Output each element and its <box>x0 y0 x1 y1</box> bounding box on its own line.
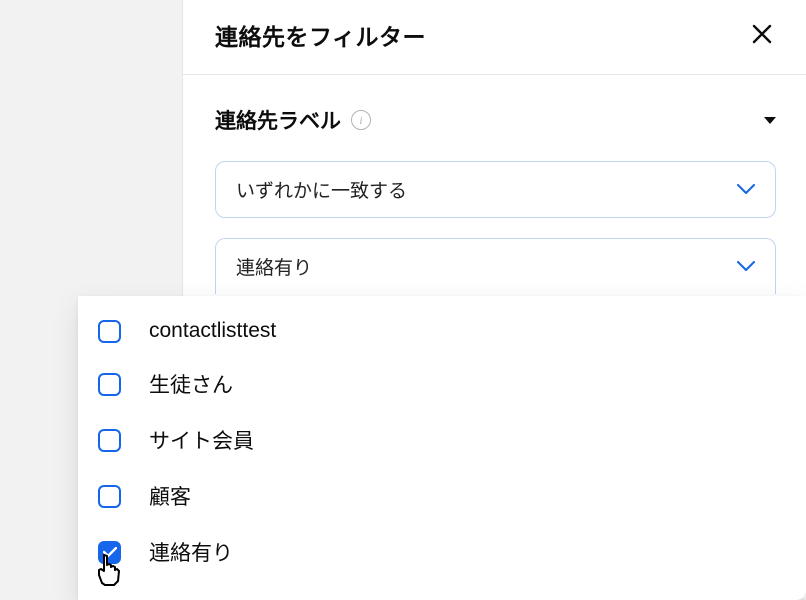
label-option[interactable]: 顧客 <box>78 468 806 524</box>
checkbox-unchecked[interactable] <box>98 429 121 452</box>
label-option[interactable]: 連絡有り <box>78 524 806 580</box>
panel-title: 連絡先をフィルター <box>215 18 426 52</box>
label-option[interactable]: サイト会員 <box>78 412 806 468</box>
section-title-left: 連絡先ラベル i <box>215 105 371 135</box>
option-label: 生徒さん <box>149 369 233 399</box>
section-title: 連絡先ラベル <box>215 105 341 135</box>
checkbox-unchecked[interactable] <box>98 373 121 396</box>
option-label: サイト会員 <box>149 425 254 455</box>
pointer-cursor-icon <box>94 553 124 589</box>
option-label: contactlisttest <box>149 319 276 343</box>
match-mode-value: いずれかに一致する <box>236 176 407 203</box>
label-select-value: 連絡有り <box>236 253 312 280</box>
option-label: 顧客 <box>149 481 191 511</box>
chevron-down-icon <box>737 184 755 195</box>
chevron-down-icon <box>737 261 755 272</box>
checkbox-unchecked[interactable] <box>98 485 121 508</box>
match-mode-select[interactable]: いずれかに一致する <box>215 161 776 218</box>
close-icon <box>752 24 772 47</box>
caret-down-icon <box>764 117 776 124</box>
label-select[interactable]: 連絡有り <box>215 238 776 294</box>
checkbox-unchecked[interactable] <box>98 320 121 343</box>
section-title-row[interactable]: 連絡先ラベル i <box>215 105 776 135</box>
label-section: 連絡先ラベル i いずれかに一致する 連絡有り <box>183 75 806 294</box>
close-button[interactable] <box>748 20 776 51</box>
option-label: 連絡有り <box>149 537 233 567</box>
info-icon[interactable]: i <box>351 110 371 130</box>
label-option[interactable]: contactlisttest <box>78 306 806 356</box>
label-option[interactable]: 生徒さん <box>78 356 806 412</box>
panel-header: 連絡先をフィルター <box>183 18 806 75</box>
label-dropdown: contactlisttest 生徒さん サイト会員 顧客 連絡有り <box>78 296 806 600</box>
